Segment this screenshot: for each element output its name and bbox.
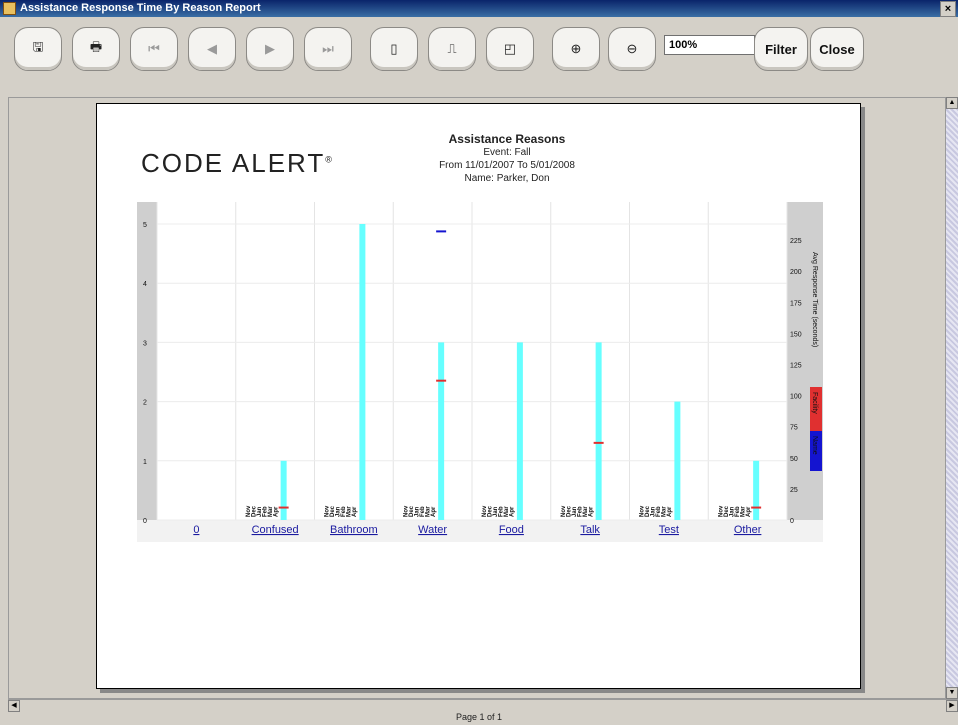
count-bar [280,460,287,520]
category-link-other[interactable]: Other [734,524,762,536]
first-page-icon: ⏮ [148,41,160,56]
first-page-button[interactable]: ⏮ [130,27,178,71]
last-page-icon: ⏭ [322,41,334,56]
scroll-down-icon[interactable]: ▼ [946,687,958,699]
time-axis-tick: 0 [790,518,794,525]
close-button[interactable]: Close [810,27,864,71]
count-axis-tick: 3 [143,340,147,347]
save-icon: 🖫 [32,39,44,54]
month-label: Apr [431,506,437,517]
count-axis-tick: 0 [143,518,147,525]
print-button[interactable]: 🖶 [72,27,120,71]
month-label: Apr [273,506,279,517]
previous-page-button[interactable]: ◀ [188,27,236,71]
count-axis-tick: 5 [143,222,147,229]
next-page-icon: ▶ [265,41,275,56]
java-app-icon [3,2,16,15]
scroll-right-icon[interactable]: ▶ [946,700,958,712]
filter-button[interactable]: Filter [754,27,808,71]
report-header: Assistance Reasons Event: Fall From 11/0… [397,132,617,185]
count-bar [516,342,523,520]
count-bar [438,342,445,520]
last-page-button[interactable]: ⏭ [304,27,352,71]
left-axis-band [137,202,157,542]
category-link-food[interactable]: Food [499,524,524,536]
time-axis-tick: 200 [790,269,802,276]
time-axis-tick: 150 [790,331,802,338]
next-page-button[interactable]: ▶ [246,27,294,71]
report-date-range: From 11/01/2007 To 5/01/2008 [439,160,575,171]
count-axis-tick: 2 [143,400,147,407]
vertical-scrollbar[interactable]: ▲ ▼ [946,97,958,699]
count-axis-tick: 4 [143,281,147,288]
month-label: Apr [746,506,752,517]
time-axis-tick: 100 [790,394,802,401]
fit-page-icon: ◰ [503,41,517,56]
assistance-reasons-chart: 0123450255075100125150175200225Avg Respo… [137,202,823,542]
count-axis-tick: 1 [143,459,147,466]
zoom-in-icon: ⊕ [570,41,582,56]
time-axis-tick: 175 [790,300,802,307]
scroll-left-icon[interactable]: ◀ [8,700,20,712]
category-link-0[interactable]: 0 [193,524,199,536]
time-axis-tick: 25 [790,487,798,494]
zoom-out-button[interactable]: ⊖ [608,27,656,71]
category-link-bathroom[interactable]: Bathroom [330,524,378,536]
time-axis-tick: 50 [790,456,798,463]
month-label: Apr [667,506,673,517]
zoom-in-button[interactable]: ⊕ [552,27,600,71]
print-icon: 🖶 [89,39,103,54]
zoom-value: 100% [669,39,698,51]
time-axis-tick: 75 [790,425,798,432]
fit-width-icon: ⎍ [447,41,457,56]
category-link-test[interactable]: Test [659,524,679,536]
actual-size-icon: ▯ [390,41,398,56]
month-label: Apr [510,506,516,517]
page-indicator: Page 1 of 1 [455,712,503,722]
horizontal-scrollbar[interactable]: ◀ ▶ [8,699,958,712]
time-axis-tick: 125 [790,363,802,370]
month-label: Apr [588,506,594,517]
time-axis-tick: 225 [790,238,802,245]
category-link-confused[interactable]: Confused [252,524,299,536]
save-button[interactable]: 🖫 [14,27,62,71]
count-bar [359,224,366,520]
window-title-bar: Assistance Response Time By Reason Repor… [0,0,958,17]
legend-facility-label: Facility [811,392,818,414]
toolbar: 🖫 🖶 ⏮ ◀ ▶ ⏭ ▯ ⎍ ◰ ⊕ ⊖ 100% ▼ Filter Clos… [0,17,958,97]
category-link-talk[interactable]: Talk [580,524,600,536]
report-person-name: Name: Parker, Don [464,173,550,184]
count-bar [674,401,681,520]
report-event: Event: Fall [483,147,531,158]
report-title: Assistance Reasons [448,132,566,146]
time-axis-label: Avg Response Time (seconds) [811,252,818,347]
code-alert-logo: CODE ALERT® [141,148,334,178]
fit-page-button[interactable]: ◰ [486,27,534,71]
x-axis-band [137,520,823,542]
category-link-water[interactable]: Water [418,524,447,536]
legend-name-label: Name [811,436,818,455]
window-title: Assistance Response Time By Reason Repor… [20,2,261,14]
zoom-out-icon: ⊖ [626,41,638,56]
count-bar [753,460,760,520]
window-close-button[interactable]: × [940,1,956,17]
month-label: Apr [352,506,358,517]
actual-size-button[interactable]: ▯ [370,27,418,71]
scroll-up-icon[interactable]: ▲ [946,97,958,109]
fit-width-button[interactable]: ⎍ [428,27,476,71]
report-page: CODE ALERT® Assistance Reasons Event: Fa… [96,103,861,689]
previous-page-icon: ◀ [207,41,217,56]
count-bar [595,342,602,520]
